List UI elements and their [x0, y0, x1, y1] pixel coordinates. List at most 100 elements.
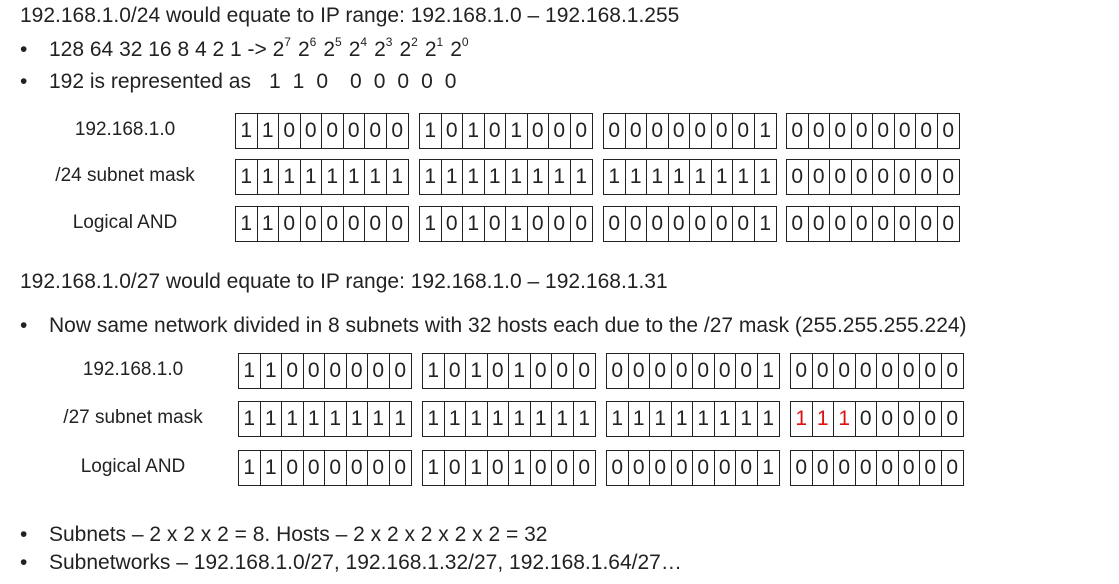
bit-cell: 0 [365, 207, 387, 241]
bit-cell: 0 [830, 160, 852, 194]
octet-box: 11000000 [235, 206, 409, 242]
bit-cell: 1 [607, 402, 629, 436]
bit-cell: 1 [531, 402, 552, 436]
bit-cell: 0 [322, 207, 344, 241]
row-label: Logical AND [72, 212, 178, 233]
octet-box: 11000000 [238, 450, 412, 486]
bit-cell: 0 [877, 402, 899, 436]
octet-box: 11111111 [606, 401, 780, 437]
powers-list: 27 26 25 24 23 22 21 20 [273, 35, 476, 62]
bit-cell: 0 [873, 114, 895, 148]
octet-box: 11100000 [790, 401, 964, 437]
bit-cell: 0 [368, 451, 390, 485]
binary-192-prefix: 192 is represented as [49, 70, 251, 93]
bit-cell: 0 [325, 354, 347, 388]
bit-cell: 0 [916, 207, 938, 241]
bit-cell: 1 [575, 165, 588, 188]
bit-cell: 0 [607, 354, 629, 388]
bit-cell: 1 [629, 402, 650, 436]
bit-cell: 0 [669, 114, 690, 148]
bit-cell: 0 [549, 114, 571, 148]
bit-cell: 0 [368, 354, 390, 388]
bit-cell: 0 [830, 207, 852, 241]
bit-cell: 0 [809, 207, 830, 241]
bit-cell: 0 [809, 160, 830, 194]
bit-cell: 0 [629, 354, 650, 388]
row-label: 192.168.1.0 [82, 359, 184, 380]
bit-cell: 1 [759, 165, 772, 188]
bit-cell: 1 [669, 160, 690, 194]
octet-box: 00000000 [786, 113, 960, 149]
octet-box: 10101000 [419, 206, 593, 242]
bit-cell: 1 [258, 160, 279, 194]
octet-box: 10101000 [422, 353, 596, 389]
octet-box: 11000000 [238, 353, 412, 389]
bit-cell: 0 [626, 207, 647, 241]
binary-digit: 0 [444, 70, 457, 93]
bit-cell: 1 [236, 207, 258, 241]
bit-cell: 1 [423, 451, 445, 485]
bit-cell: 1 [239, 451, 261, 485]
octet-box: 11000000 [235, 113, 409, 149]
bit-cell: 0 [578, 456, 591, 479]
bullet-dot: • [20, 551, 28, 574]
bit-cell: 0 [626, 114, 647, 148]
bit-cell: 0 [552, 451, 574, 485]
bullet-dot: • [20, 314, 28, 337]
bit-cell: 0 [445, 451, 466, 485]
bit-cell: 0 [895, 114, 916, 148]
bit-cell: 1 [488, 402, 509, 436]
bit-cell: 1 [672, 402, 693, 436]
bit-cell: 1 [466, 451, 488, 485]
bit-cell: 0 [733, 207, 755, 241]
octet-box: 00000000 [786, 206, 960, 242]
power-exponent: 0 [461, 35, 469, 49]
octet-box: 11111111 [422, 401, 596, 437]
octet-box: 11111111 [419, 159, 593, 195]
bit-cell: 0 [690, 207, 712, 241]
bit-cell: 1 [762, 359, 775, 382]
bit-cell: 0 [736, 354, 758, 388]
power-exponent: 1 [436, 35, 444, 49]
bit-cell: 0 [301, 207, 322, 241]
bit-cell: 0 [813, 354, 834, 388]
power-exponent: 2 [411, 35, 418, 49]
bit-cell: 0 [852, 160, 873, 194]
bit-cell: 0 [488, 354, 509, 388]
bit-cell: 1 [279, 160, 301, 194]
bit-cell: 1 [258, 207, 279, 241]
power-base: 2 [323, 38, 336, 61]
powers-bullet: • 128 64 32 16 8 4 2 1 -> 27 26 25 24 23 22 21 2… [20, 35, 476, 62]
bit-cell: 1 [733, 160, 755, 194]
bit-cell: 1 [759, 119, 772, 142]
bit-cell: 0 [856, 354, 877, 388]
bit-cell: 0 [391, 119, 404, 142]
bit-cell: 0 [650, 354, 672, 388]
power-base: 2 [424, 38, 437, 61]
octet-box: 00000001 [603, 113, 777, 149]
subnet-division-bullet: • Now same network divided in 8 subnets w… [20, 314, 967, 338]
section1-heading: 192.168.1.0/24 would equate to IP range:… [20, 4, 680, 27]
power-of-two: 25 [323, 35, 342, 62]
bit-cell: 1 [261, 402, 282, 436]
bit-cell: 1 [301, 160, 322, 194]
bit-cell: 1 [239, 354, 261, 388]
octet-box: 00000001 [606, 450, 780, 486]
bit-cell: 0 [787, 160, 809, 194]
bit-cell: 1 [445, 402, 466, 436]
bullet-dot: • [20, 70, 28, 93]
subnet-division-text: Now same network divided in 8 subnets wi… [49, 314, 967, 337]
binary-digit: 1 [268, 70, 281, 93]
powers-prefix: 128 64 32 16 8 4 2 1 -> [49, 38, 273, 61]
bit-cell: 0 [693, 451, 715, 485]
bit-cell: 0 [712, 207, 733, 241]
power-exponent: 4 [360, 35, 368, 49]
bullet-dot: • [20, 523, 28, 546]
bit-cell: 0 [575, 119, 588, 142]
bit-cell: 0 [347, 354, 368, 388]
power-base: 2 [297, 38, 310, 61]
power-exponent: 5 [335, 35, 342, 49]
bit-cell: 0 [787, 207, 809, 241]
bit-cell: 0 [895, 207, 916, 241]
bit-cell: 1 [528, 160, 549, 194]
